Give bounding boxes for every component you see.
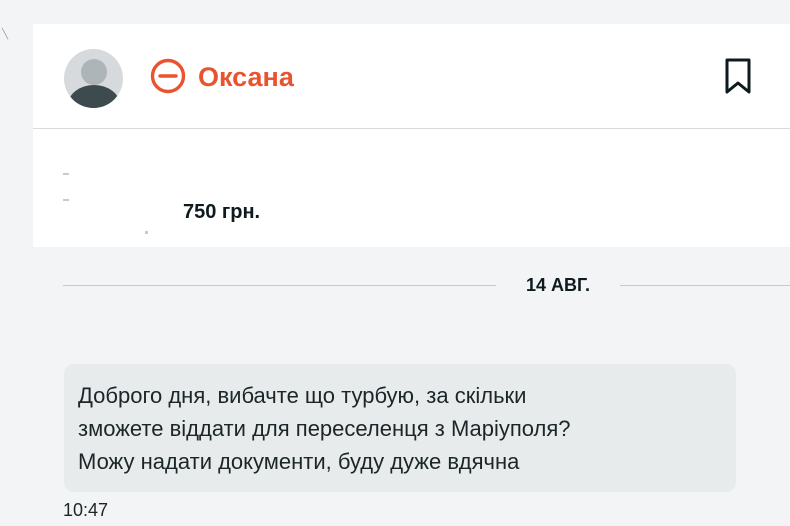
chat-header: Оксана — [33, 24, 790, 129]
thumbnail-mark — [63, 173, 69, 175]
minus-circle-icon — [150, 58, 186, 94]
user-name[interactable]: Оксана — [198, 59, 294, 95]
top-strip — [33, 0, 790, 24]
message-time: 10:47 — [63, 500, 109, 520]
date-label: 14 АВГ. — [526, 275, 590, 295]
message-bubble[interactable]: Доброго дня, вибачте що турбую, за скіль… — [64, 364, 736, 492]
resize-handle-icon: ╲ — [2, 29, 9, 40]
thumbnail-mark — [63, 199, 69, 201]
ad-strip[interactable]: 750 грн. — [33, 129, 790, 247]
date-divider: 14 АВГ. — [63, 271, 790, 299]
thumbnail-mark — [145, 231, 148, 234]
ad-price: 750 грн. — [183, 201, 261, 223]
avatar[interactable] — [64, 49, 123, 108]
message-area: 14 АВГ. Доброго дня, вибачте що турбую, … — [33, 247, 790, 526]
left-gutter: ╲ — [0, 0, 33, 526]
divider-line — [620, 285, 790, 286]
bookmark-icon[interactable] — [718, 56, 758, 96]
divider-line — [63, 285, 496, 286]
avatar-shoulders-shape — [68, 85, 120, 108]
avatar-head-shape — [81, 59, 107, 85]
message-text: Доброго дня, вибачте що турбую, за скіль… — [78, 383, 571, 474]
chat-panel: Оксана 750 грн. 14 АВГ. Доброго дня, виб… — [33, 24, 790, 526]
ad-thumbnail[interactable] — [61, 169, 161, 234]
